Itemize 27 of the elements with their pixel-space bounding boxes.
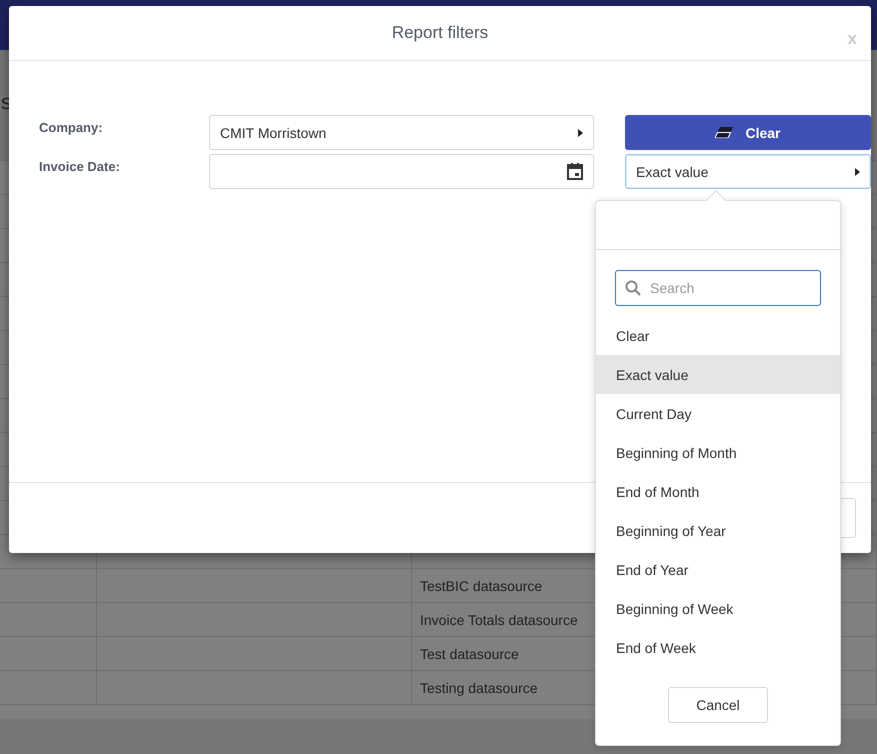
calendar-icon[interactable]	[567, 163, 583, 180]
menu-option[interactable]: Exact value	[596, 355, 840, 394]
menu-option[interactable]: Beginning of Year	[596, 511, 840, 550]
menu-option[interactable]: Beginning of Month	[596, 433, 840, 472]
eraser-icon	[715, 127, 734, 138]
table-cell: Invoice Totals datasource	[420, 612, 578, 628]
menu-option[interactable]: Current Day	[596, 394, 840, 433]
mode-select[interactable]: Exact value	[625, 154, 871, 189]
table-cell: TestBIC datasource	[420, 578, 542, 594]
company-select[interactable]: CMIT Morristown	[209, 115, 594, 150]
search-icon	[625, 280, 641, 296]
caret-icon	[578, 128, 583, 136]
cancel-button[interactable]: Cancel	[668, 687, 768, 723]
table-cell: Test datasource	[420, 646, 519, 662]
menu-option[interactable]: End of Month	[596, 472, 840, 511]
menu-option[interactable]: Beginning of Week	[596, 589, 840, 628]
search-field[interactable]: Search	[615, 270, 821, 306]
menu-option[interactable]: End of Week	[596, 628, 840, 667]
caret-icon	[855, 168, 860, 176]
menu-option[interactable]: Clear	[596, 316, 840, 355]
date-input-field[interactable]	[209, 154, 594, 189]
dialog-title: Report filters	[392, 23, 488, 43]
field-label: Company:	[39, 119, 104, 137]
table-cell: Testing datasource	[420, 680, 538, 696]
menu-option[interactable]: End of Year	[596, 550, 840, 589]
field-label: Invoice Date:	[39, 158, 121, 176]
clear-button[interactable]: Clear	[625, 115, 871, 150]
